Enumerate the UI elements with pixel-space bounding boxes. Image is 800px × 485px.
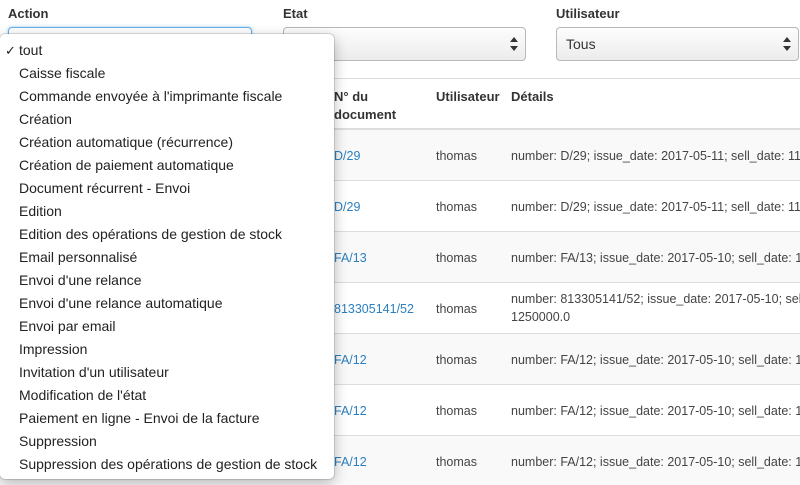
option-label: tout bbox=[19, 42, 43, 58]
header-user: Utilisateur bbox=[436, 89, 500, 104]
details-cell: number: D/29; issue_date: 2017-05-11; se… bbox=[511, 149, 800, 163]
user-cell: thomas bbox=[436, 302, 477, 316]
action-option[interactable]: Caisse fiscale bbox=[0, 62, 334, 85]
action-option[interactable]: Envoi d'une relance automatique bbox=[0, 292, 334, 315]
user-cell: thomas bbox=[436, 404, 477, 418]
action-option[interactable]: Suppression des opérations de gestion de… bbox=[0, 453, 334, 476]
action-option[interactable]: Envoi d'une relance bbox=[0, 269, 334, 292]
action-option[interactable]: Commande envoyée à l'imprimante fiscale bbox=[0, 85, 334, 108]
action-option[interactable]: Création automatique (récurrence) bbox=[0, 131, 334, 154]
action-option[interactable]: Modification de l'état bbox=[0, 384, 334, 407]
details-cell-line2: 1250000.0 bbox=[511, 310, 571, 324]
action-option[interactable]: Suppression bbox=[0, 430, 334, 453]
action-option[interactable]: Paiement en ligne - Envoi de la facture bbox=[0, 407, 334, 430]
etat-filter-label: Etat bbox=[283, 6, 308, 21]
user-cell: thomas bbox=[436, 455, 477, 469]
details-cell: number: FA/12; issue_date: 2017-05-10; s… bbox=[511, 455, 800, 469]
action-option[interactable]: Edition bbox=[0, 200, 334, 223]
action-option[interactable]: Edition des opérations de gestion de sto… bbox=[0, 223, 334, 246]
action-option[interactable]: Document récurrent - Envoi bbox=[0, 177, 334, 200]
details-cell: number: FA/13; issue_date: 2017-05-10; s… bbox=[511, 251, 800, 265]
header-details: Détails bbox=[511, 89, 554, 104]
details-cell: number: 813305141/52; issue_date: 2017-0… bbox=[511, 292, 800, 306]
user-cell: thomas bbox=[436, 149, 477, 163]
header-doc-number: N° du document bbox=[334, 89, 397, 122]
action-filter-label: Action bbox=[8, 6, 49, 21]
user-cell: thomas bbox=[436, 200, 477, 214]
details-cell: number: FA/12; issue_date: 2017-05-10; s… bbox=[511, 404, 800, 418]
utilisateur-select[interactable]: Tous bbox=[556, 27, 799, 61]
details-cell: number: D/29; issue_date: 2017-05-11; se… bbox=[511, 200, 800, 214]
action-option[interactable]: Invitation d'un utilisateur bbox=[0, 361, 334, 384]
action-option-tout[interactable]: ✓ tout bbox=[0, 39, 334, 62]
action-option[interactable]: Email personnalisé bbox=[0, 246, 334, 269]
action-dropdown-menu: ✓ tout Caisse fiscale Commande envoyée à … bbox=[0, 34, 334, 479]
utilisateur-select-value: Tous bbox=[566, 36, 596, 52]
action-option[interactable]: Impression bbox=[0, 338, 334, 361]
select-arrows-icon bbox=[783, 37, 791, 53]
checkmark-icon: ✓ bbox=[5, 43, 16, 58]
doc-link[interactable]: D/29 bbox=[334, 147, 360, 165]
user-cell: thomas bbox=[436, 251, 477, 265]
action-option[interactable]: Envoi par email bbox=[0, 315, 334, 338]
select-arrows-icon bbox=[510, 37, 518, 53]
details-cell: number: FA/12; issue_date: 2017-05-10; s… bbox=[511, 353, 800, 367]
utilisateur-filter-label: Utilisateur bbox=[556, 6, 620, 21]
action-option[interactable]: Création de paiement automatique bbox=[0, 154, 334, 177]
doc-link[interactable]: 813305141/52 bbox=[334, 300, 414, 318]
action-option[interactable]: Création bbox=[0, 108, 334, 131]
user-cell: thomas bbox=[436, 353, 477, 367]
doc-link[interactable]: FA/12 bbox=[334, 402, 367, 420]
doc-link[interactable]: FA/12 bbox=[334, 351, 367, 369]
doc-link[interactable]: FA/12 bbox=[334, 453, 367, 471]
doc-link[interactable]: D/29 bbox=[334, 198, 360, 216]
doc-link[interactable]: FA/13 bbox=[334, 249, 367, 267]
